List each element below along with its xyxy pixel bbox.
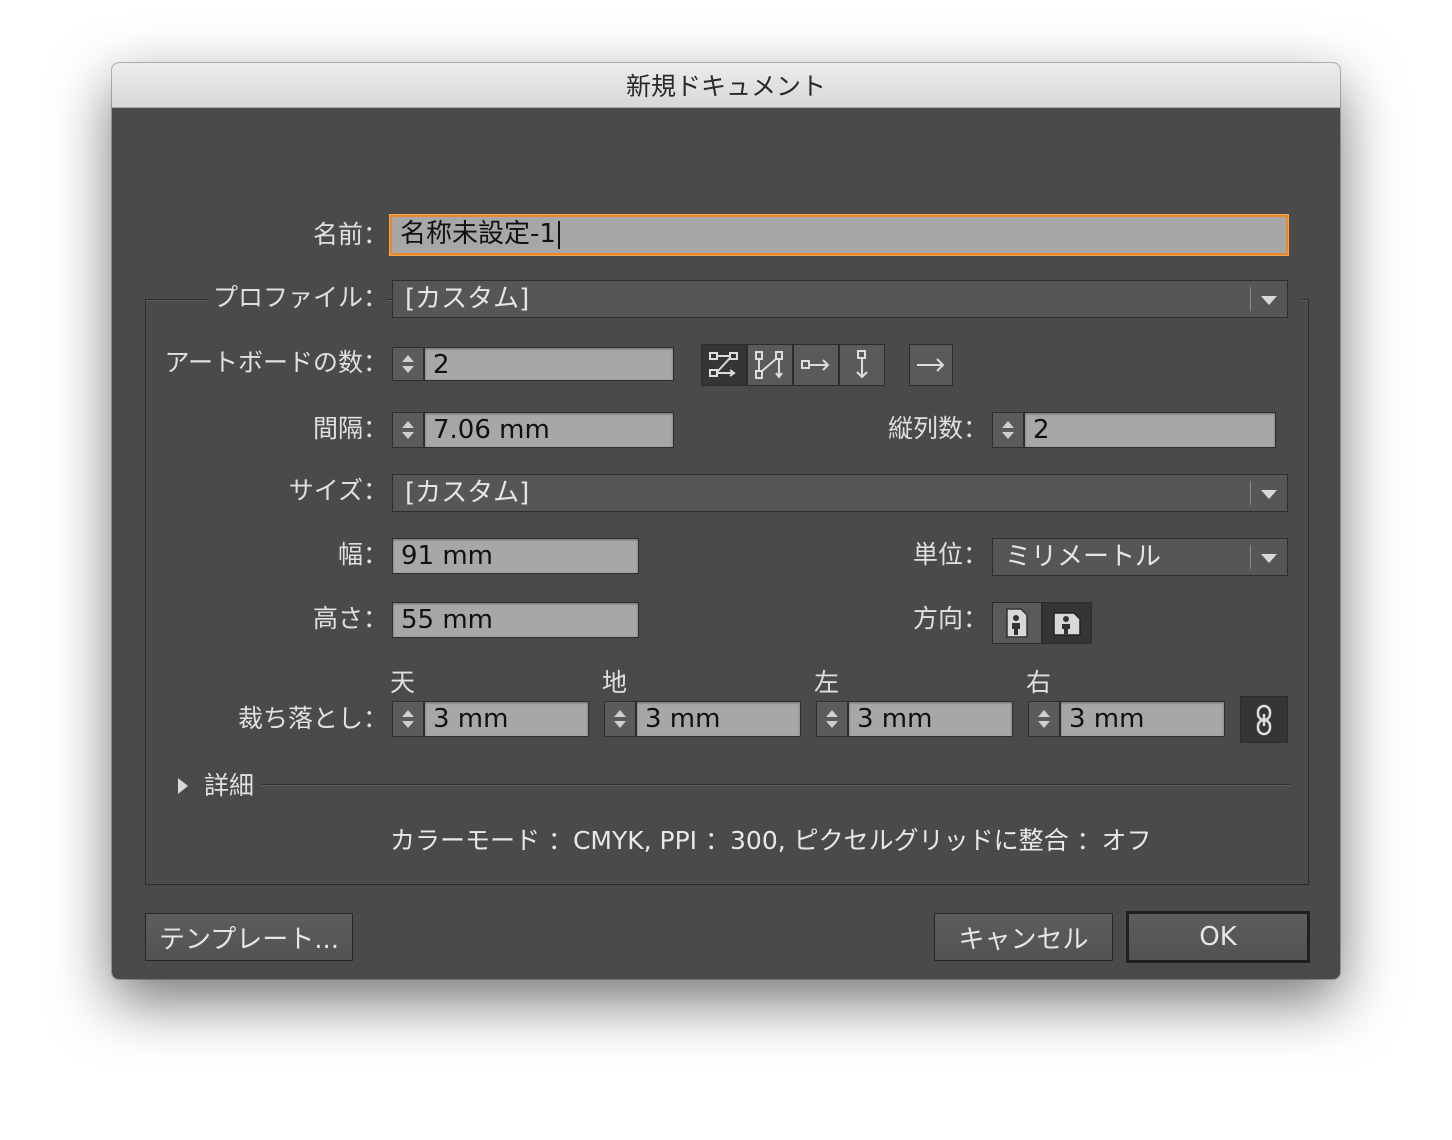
units-label: 単位： bbox=[912, 540, 988, 569]
artboards-label: アートボードの数： bbox=[164, 348, 388, 377]
stepper-down-icon[interactable] bbox=[402, 366, 414, 373]
bleed-bottom-label: 地 bbox=[602, 668, 628, 697]
bleed-label: 裁ち落とし： bbox=[237, 704, 388, 733]
stepper-up-icon[interactable] bbox=[1038, 710, 1050, 717]
settings-summary: カラーモード ：CMYK, PPI ：300, ピクセルグリッドに整合 ：オフ bbox=[390, 826, 1152, 855]
layout-direction-button[interactable] bbox=[909, 344, 953, 386]
stepper-down-icon[interactable] bbox=[402, 432, 414, 439]
arrange-by-column-icon bbox=[856, 350, 868, 379]
units-select[interactable]: ミリメートル bbox=[992, 538, 1288, 576]
size-select[interactable]: [カスタム] bbox=[392, 474, 1288, 512]
portrait-icon bbox=[1006, 608, 1028, 638]
bleed-bottom-value: 3 mm bbox=[645, 704, 721, 734]
stepper-up-icon[interactable] bbox=[1002, 421, 1014, 428]
stepper-down-icon[interactable] bbox=[1002, 432, 1014, 439]
spacing-value: 7.06 mm bbox=[433, 415, 550, 445]
cancel-button[interactable]: キャンセル bbox=[934, 913, 1113, 961]
bleed-left-input[interactable]: 3 mm bbox=[848, 701, 1013, 737]
width-label: 幅： bbox=[337, 540, 388, 569]
columns-value: 2 bbox=[1033, 415, 1050, 445]
bleed-left-label: 左 bbox=[814, 668, 840, 697]
bleed-right-label: 右 bbox=[1026, 668, 1052, 697]
bleed-top-stepper[interactable] bbox=[392, 701, 424, 737]
stepper-down-icon[interactable] bbox=[402, 721, 414, 728]
columns-input[interactable]: 2 bbox=[1024, 412, 1276, 448]
disclosure-triangle-icon[interactable] bbox=[178, 778, 188, 794]
stepper-up-icon[interactable] bbox=[402, 710, 414, 717]
height-label: 高さ： bbox=[312, 604, 388, 633]
bleed-bottom-input[interactable]: 3 mm bbox=[636, 701, 801, 737]
portrait-button[interactable] bbox=[992, 602, 1042, 644]
orientation-label: 方向： bbox=[912, 604, 988, 633]
height-input[interactable]: 55 mm bbox=[392, 602, 639, 638]
spacing-stepper[interactable] bbox=[392, 412, 424, 448]
group-frame-gap-right bbox=[1288, 287, 1302, 311]
name-input-value: 名称未設定-1 bbox=[400, 219, 556, 249]
columns-label: 縦列数： bbox=[887, 414, 988, 443]
bleed-bottom-stepper[interactable] bbox=[604, 701, 636, 737]
grid-by-column-button[interactable] bbox=[747, 344, 793, 386]
stepper-down-icon[interactable] bbox=[1038, 721, 1050, 728]
arrange-by-row-button[interactable] bbox=[793, 344, 839, 386]
select-separator bbox=[1250, 481, 1251, 505]
stepper-up-icon[interactable] bbox=[402, 421, 414, 428]
artboards-input[interactable]: 2 bbox=[424, 347, 674, 381]
text-caret bbox=[557, 220, 560, 249]
advanced-divider bbox=[262, 784, 1290, 785]
artboards-stepper[interactable] bbox=[392, 347, 424, 381]
units-select-value: ミリメートル bbox=[1005, 542, 1162, 572]
spacing-input[interactable]: 7.06 mm bbox=[424, 412, 674, 448]
arrow-right-icon bbox=[917, 358, 945, 372]
grid-by-column-icon bbox=[755, 351, 783, 379]
dialog-title: 新規ドキュメント bbox=[112, 63, 1340, 108]
height-value: 55 mm bbox=[401, 605, 494, 635]
link-bleed-button[interactable] bbox=[1240, 696, 1288, 743]
chevron-down-icon bbox=[1261, 490, 1277, 499]
stepper-down-icon[interactable] bbox=[826, 721, 838, 728]
stepper-up-icon[interactable] bbox=[402, 355, 414, 362]
profile-select[interactable]: [カスタム] bbox=[392, 280, 1288, 318]
stepper-down-icon[interactable] bbox=[614, 721, 626, 728]
profile-label: プロファイル： bbox=[212, 283, 388, 312]
ok-button[interactable]: OK bbox=[1126, 911, 1310, 963]
stepper-up-icon[interactable] bbox=[614, 710, 626, 717]
landscape-icon bbox=[1053, 612, 1081, 636]
columns-stepper[interactable] bbox=[992, 412, 1024, 448]
bleed-right-stepper[interactable] bbox=[1028, 701, 1060, 737]
arrange-by-row-icon bbox=[801, 359, 830, 371]
stepper-up-icon[interactable] bbox=[826, 710, 838, 717]
name-input[interactable]: 名称未設定-1 bbox=[390, 215, 1288, 255]
bleed-top-input[interactable]: 3 mm bbox=[424, 701, 589, 737]
link-chain-icon bbox=[1256, 704, 1272, 735]
size-label: サイズ： bbox=[288, 476, 388, 505]
new-document-dialog: 新規ドキュメント 名前： 名称未設定-1 プロファイル： [カスタム] アートボ… bbox=[112, 63, 1340, 979]
width-value: 91 mm bbox=[401, 541, 494, 571]
chevron-down-icon bbox=[1261, 296, 1277, 305]
bleed-top-value: 3 mm bbox=[433, 704, 509, 734]
bleed-right-input[interactable]: 3 mm bbox=[1060, 701, 1225, 737]
select-separator bbox=[1250, 545, 1251, 569]
bleed-right-value: 3 mm bbox=[1069, 704, 1145, 734]
width-input[interactable]: 91 mm bbox=[392, 538, 639, 574]
select-separator bbox=[1250, 287, 1251, 311]
bleed-left-stepper[interactable] bbox=[816, 701, 848, 737]
landscape-button[interactable] bbox=[1042, 602, 1092, 644]
bleed-top-label: 天 bbox=[390, 668, 416, 697]
template-button[interactable]: テンプレート... bbox=[145, 913, 353, 961]
profile-select-value: [カスタム] bbox=[405, 284, 530, 314]
size-select-value: [カスタム] bbox=[405, 478, 530, 508]
name-label: 名前： bbox=[312, 220, 388, 249]
artboards-value: 2 bbox=[433, 350, 450, 380]
chevron-down-icon bbox=[1261, 554, 1277, 563]
grid-by-row-icon bbox=[709, 352, 738, 377]
grid-by-row-button[interactable] bbox=[701, 344, 747, 386]
bleed-left-value: 3 mm bbox=[857, 704, 933, 734]
advanced-label[interactable]: 詳細 bbox=[204, 768, 254, 804]
arrange-by-column-button[interactable] bbox=[839, 344, 885, 386]
profile-group-frame bbox=[145, 299, 1309, 885]
dialog-content: 名前： 名称未設定-1 プロファイル： [カスタム] アートボードの数： 2 間… bbox=[112, 107, 1340, 979]
spacing-label: 間隔： bbox=[312, 414, 388, 443]
